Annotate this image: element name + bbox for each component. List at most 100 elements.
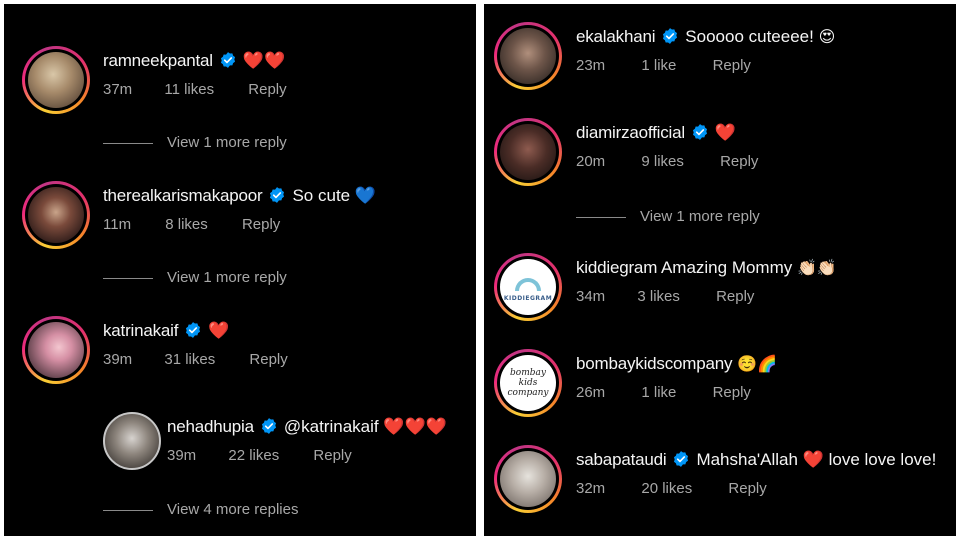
username[interactable]: sabapataudi [576, 450, 667, 469]
view-more-replies[interactable]: View 1 more reply [103, 133, 403, 153]
comment-meta: 23m 1 like Reply [576, 57, 751, 75]
reply-button[interactable]: Reply [716, 288, 754, 306]
comment-meta: 20m 9 likes Reply [576, 153, 758, 171]
comment-likes[interactable]: 31 likes [164, 351, 215, 369]
view-more-replies-label[interactable]: View 1 more reply [167, 133, 287, 153]
logo-text: bombay kids company [507, 368, 549, 398]
view-more-replies[interactable]: View 1 more reply [103, 268, 403, 288]
comment-likes[interactable]: 8 likes [165, 216, 208, 234]
comment-time: 39m [103, 351, 133, 368]
logo-text: KIDDIEGRAM [503, 295, 553, 302]
verified-badge-icon [692, 124, 707, 140]
comment-likes[interactable]: 1 like [641, 384, 676, 402]
avatar[interactable] [22, 181, 90, 249]
comment-meta: 34m 3 likes Reply [576, 288, 754, 306]
comment-item: diamirzaofficial ❤️ 20m 9 likes Reply [494, 118, 949, 188]
reply-button[interactable]: Reply [248, 81, 286, 99]
view-more-replies[interactable]: View 1 more reply [576, 207, 876, 227]
reply-button[interactable]: Reply [720, 153, 758, 171]
avatar-image [500, 28, 556, 84]
comment-emoji: 💙 [354, 186, 377, 205]
view-more-replies-label[interactable]: View 1 more reply [167, 268, 287, 288]
reply-button[interactable]: Reply [249, 351, 287, 369]
verified-badge-icon [674, 451, 689, 467]
comment-item: ekalakhani Sooooo cuteeee! 😍 23m 1 like R… [494, 22, 949, 92]
username[interactable]: diamirzaofficial [576, 123, 685, 142]
comment-emoji: 👏🏻👏🏻 [797, 260, 837, 277]
avatar[interactable] [22, 316, 90, 384]
verified-badge-icon [220, 52, 235, 68]
reply-button[interactable]: Reply [713, 384, 751, 402]
avatar-image: bombay kids company [500, 355, 556, 411]
avatar[interactable]: bombay kids company [494, 349, 562, 417]
username[interactable]: ekalakhani [576, 27, 655, 46]
avatar-image [28, 52, 84, 108]
comment-text: So cute [292, 186, 351, 205]
comment-likes[interactable]: 1 like [641, 57, 676, 75]
comment-header: nehadhupia @katrinakaif ❤️❤️❤️ [167, 417, 447, 437]
comment-likes[interactable]: 20 likes [641, 480, 692, 498]
divider-line [103, 278, 153, 279]
avatar[interactable] [494, 445, 562, 513]
comment-item: KIDDIEGRAM kiddiegram Amazing Mommy 👏🏻👏🏻… [494, 253, 949, 323]
comment-header: ekalakhani Sooooo cuteeee! 😍 [576, 27, 835, 48]
comment-header: sabapataudi Mahsha'Allah ❤️ love love lov… [576, 450, 936, 470]
comment-likes[interactable]: 9 likes [641, 153, 684, 171]
comment-text: Mahsha'Allah [696, 450, 798, 469]
comment-meta: 26m 1 like Reply [576, 384, 751, 402]
comment-likes[interactable]: 3 likes [637, 288, 680, 306]
comment-header: diamirzaofficial ❤️ [576, 123, 736, 143]
comment-text-suffix: love love love! [828, 450, 937, 469]
comment-item: bombay kids company bombaykidscompany ☺️… [494, 349, 949, 419]
comment-emoji: ❤️ [208, 321, 230, 340]
username[interactable]: ramneekpantal [103, 51, 213, 70]
username[interactable]: bombaykidscompany [576, 354, 732, 373]
comment-time: 26m [576, 384, 606, 401]
reply-button[interactable]: Reply [728, 480, 766, 498]
view-more-replies[interactable]: View 4 more replies [103, 500, 403, 520]
username[interactable]: nehadhupia [167, 417, 254, 436]
comment-header: kiddiegram Amazing Mommy 👏🏻👏🏻 [576, 258, 837, 279]
comment-emoji: ❤️❤️ [242, 51, 286, 70]
avatar[interactable] [103, 412, 161, 470]
username[interactable]: kiddiegram [576, 258, 657, 277]
divider-line [576, 217, 626, 218]
view-more-replies-label[interactable]: View 1 more reply [640, 207, 760, 227]
avatar[interactable] [494, 22, 562, 90]
comment-item: ramneekpantal ❤️❤️ 37m 11 likes Reply [22, 46, 472, 116]
view-more-replies-label[interactable]: View 4 more replies [167, 500, 298, 520]
avatar-image [500, 124, 556, 180]
reply-button[interactable]: Reply [242, 216, 280, 234]
reply-button[interactable]: Reply [713, 57, 751, 75]
comment-emoji: ❤️ [802, 450, 824, 469]
avatar-image [28, 187, 84, 243]
rainbow-icon [515, 278, 541, 291]
kiddiegram-logo: KIDDIEGRAM [500, 259, 556, 315]
comment-emoji: ❤️ [714, 123, 737, 142]
comment-emoji: 😍 [818, 29, 836, 46]
comment-likes[interactable]: 11 likes [164, 81, 214, 99]
comment-text: Amazing Mommy [660, 258, 793, 277]
comment-meta: 39m 22 likes Reply [167, 447, 352, 465]
avatar-image [500, 451, 556, 507]
username[interactable]: therealkarismakapoor [103, 186, 263, 205]
comment-emoji: ❤️❤️❤️ [383, 417, 447, 436]
comment-time: 23m [576, 57, 606, 74]
mention-link[interactable]: @katrinakaif [284, 417, 379, 436]
comment-likes[interactable]: 22 likes [228, 447, 279, 465]
username[interactable]: katrinakaif [103, 321, 178, 340]
avatar[interactable] [22, 46, 90, 114]
comment-item: sabapataudi Mahsha'Allah ❤️ love love lov… [494, 445, 949, 515]
verified-badge-icon [186, 322, 201, 338]
comment-time: 34m [576, 288, 606, 305]
comment-header: katrinakaif ❤️ [103, 321, 229, 341]
divider-line [103, 510, 153, 511]
comment-header: therealkarismakapoor So cute 💙 [103, 186, 376, 206]
avatar[interactable]: KIDDIEGRAM [494, 253, 562, 321]
avatar[interactable] [494, 118, 562, 186]
comment-item: therealkarismakapoor So cute 💙 11m 8 like… [22, 181, 472, 251]
reply-button[interactable]: Reply [313, 447, 351, 465]
comments-panel-right: ekalakhani Sooooo cuteeee! 😍 23m 1 like R… [484, 4, 956, 536]
comment-meta: 32m 20 likes Reply [576, 480, 767, 498]
comment-header: ramneekpantal ❤️❤️ [103, 51, 285, 71]
